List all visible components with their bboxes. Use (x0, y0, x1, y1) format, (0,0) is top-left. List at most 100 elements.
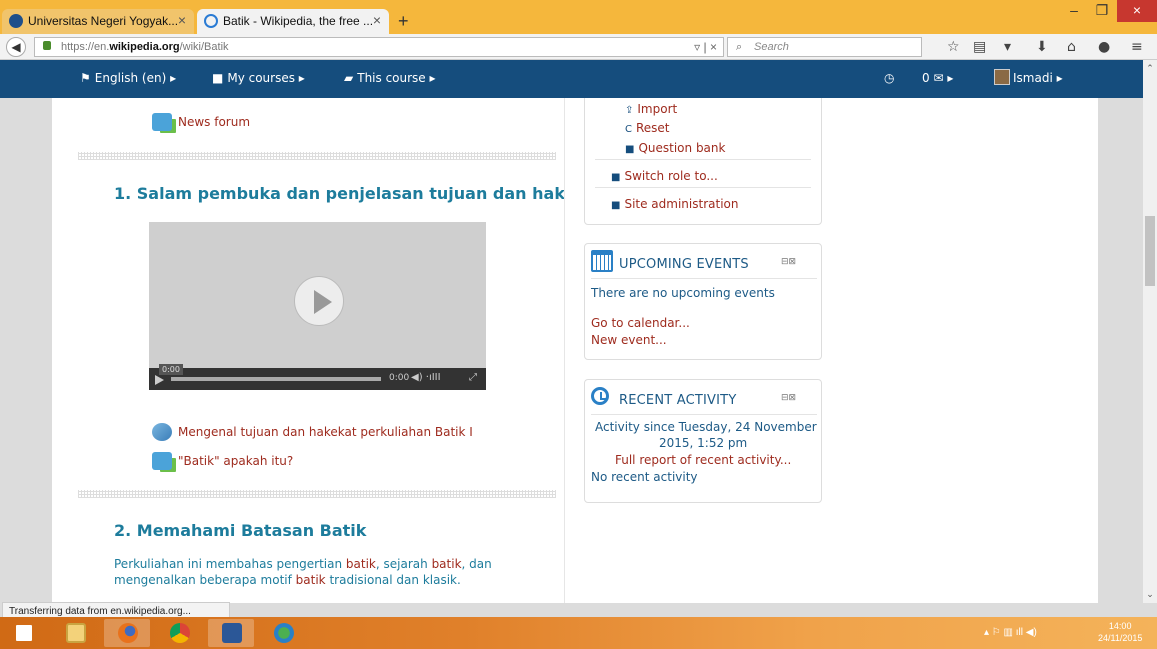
maximize-button[interactable]: ❐ (1088, 0, 1116, 22)
volume-icon[interactable]: ◀) ·ıIII (411, 372, 441, 383)
notification-clock-icon[interactable]: ◷ (884, 71, 894, 85)
start-button[interactable] (2, 619, 48, 647)
switch-role-label: Switch role to... (624, 169, 718, 183)
firefox-icon (118, 623, 138, 643)
scroll-thumb[interactable] (1145, 216, 1155, 286)
language-menu[interactable]: ⚑ English (en) ▸ (80, 71, 176, 85)
new-event-link[interactable]: New event... (591, 333, 667, 347)
taskbar-word[interactable] (208, 619, 254, 647)
video-progress-track[interactable] (171, 377, 381, 381)
section-2-title: 2. Memahami Batasan Batik (114, 521, 367, 540)
upload-icon: ⇪ (625, 105, 634, 116)
section-1-title: 1. Salam pembuka dan penjelasan tujuan d… (114, 184, 565, 203)
site-admin-label: Site administration (624, 197, 739, 211)
taskbar-app[interactable] (260, 619, 306, 647)
flag-icon: ⚑ (80, 71, 91, 85)
url-controls[interactable]: ▿ | × (694, 38, 717, 56)
activity-page-link[interactable]: Mengenal tujuan dan hakekat perkuliahan … (152, 423, 473, 441)
glossary-link[interactable]: batik (346, 557, 376, 571)
avatar[interactable] (994, 69, 1010, 85)
home-icon[interactable]: ⌂ (1067, 39, 1076, 55)
video-play-button[interactable] (155, 375, 164, 385)
pocket-icon[interactable]: ▾ (1004, 39, 1011, 55)
user-menu[interactable]: Ismadi ▸ (1013, 71, 1063, 85)
search-input[interactable]: ⌕ Search (727, 37, 922, 57)
browser-titlebar: Universitas Negeri Yogyak... × Batik - W… (0, 0, 1157, 34)
bookmark-star-icon[interactable]: ☆ (947, 39, 960, 55)
video-player[interactable]: 0:00 0:00 ◀) ·ıIII ⤢ (149, 222, 486, 390)
fullscreen-icon[interactable]: ⤢ (469, 372, 477, 383)
my-courses-menu[interactable]: ■ My courses ▸ (212, 71, 305, 85)
block-divider (595, 187, 811, 188)
scroll-down-icon[interactable]: ⌄ (1143, 590, 1157, 600)
forum-icon (152, 113, 172, 131)
video-duration: 0:00 (389, 373, 410, 383)
messages-menu[interactable]: 0 ✉ ▸ (922, 71, 953, 85)
chat-icon[interactable]: ● (1098, 39, 1110, 55)
site-admin-link[interactable]: ■ Site administration (611, 197, 738, 211)
section-summary: Perkuliahan ini membahas pengertian bati… (114, 556, 504, 588)
scroll-up-icon[interactable]: ⌃ (1143, 64, 1157, 74)
this-course-menu[interactable]: ▰ This course ▸ (344, 71, 436, 85)
tab-universitas[interactable]: Universitas Negeri Yogyak... × (2, 9, 194, 34)
minimize-button[interactable]: – (1060, 0, 1088, 22)
url-bar[interactable]: https://en.wikipedia.org/wiki/Batik ▿ | … (34, 37, 724, 57)
reset-label: Reset (635, 121, 670, 135)
back-button[interactable]: ◀ (6, 37, 26, 57)
windows-taskbar: ▴ ⚐ ▥ ıll ◀) 14:00 24/11/2015 (0, 617, 1157, 649)
block-divider (595, 159, 811, 160)
summary-text: Perkuliahan ini membahas pengertian (114, 557, 346, 571)
word-icon (222, 623, 242, 643)
no-recent-activity-text: No recent activity (591, 470, 698, 484)
go-to-calendar-link[interactable]: Go to calendar... (591, 316, 690, 330)
folder-icon: ■ (611, 172, 621, 183)
activity-label: Mengenal tujuan dan hakekat perkuliahan … (178, 425, 473, 439)
glossary-link[interactable]: batik (296, 573, 326, 587)
close-window-button[interactable]: × (1117, 0, 1157, 22)
reset-link[interactable]: C Reset (625, 121, 670, 135)
switch-role-link[interactable]: ■ Switch role to... (611, 169, 718, 183)
question-bank-link[interactable]: ■ Question bank (625, 141, 725, 155)
tab-close-icon[interactable]: × (373, 12, 381, 28)
tab-title: Batik - Wikipedia, the free ... (223, 14, 374, 28)
page-area: News forum 1. Salam pembuka dan penjelas… (0, 98, 1143, 603)
bookmarks-list-icon[interactable]: ▤ (973, 39, 986, 55)
summary-text: , sejarah (375, 557, 432, 571)
import-label: Import (637, 102, 678, 116)
search-icon: ⌕ (736, 41, 743, 53)
column-separator (564, 98, 565, 603)
taskbar-firefox[interactable] (104, 619, 150, 647)
taskbar-clock[interactable]: 14:00 24/11/2015 (1098, 620, 1142, 644)
system-tray-icons[interactable]: ▴ ⚐ ▥ ıll ◀) (984, 627, 1037, 638)
book-icon: ▰ (344, 71, 354, 85)
site-favicon-icon (9, 14, 23, 28)
taskbar-chrome[interactable] (156, 619, 202, 647)
block-controls-icon[interactable]: ⊟⊠ (781, 257, 796, 267)
clock-date: 24/11/2015 (1098, 633, 1143, 643)
forum-icon (152, 452, 172, 470)
block-controls-icon[interactable]: ⊟⊠ (781, 393, 796, 403)
page-scrollbar[interactable]: ⌃ ⌄ (1143, 60, 1157, 603)
folder-icon: ■ (625, 144, 635, 155)
glossary-link[interactable]: batik (432, 557, 462, 571)
full-report-link[interactable]: Full report of recent activity... (615, 453, 791, 467)
summary-text: tradisional dan klasik. (325, 573, 461, 587)
news-forum-link[interactable]: News forum (152, 113, 250, 131)
windows-logo-icon (16, 625, 32, 641)
tab-batik-wikipedia[interactable]: Batik - Wikipedia, the free ... × (197, 9, 389, 34)
this-course-label: This course ▸ (357, 71, 436, 85)
clock-time: 14:00 (1108, 621, 1132, 631)
import-link[interactable]: ⇪ Import (625, 102, 677, 116)
activity-since-text: Activity since Tuesday, 24 November (595, 420, 817, 434)
activity-forum-link[interactable]: "Batik" apakah itu? (152, 452, 293, 470)
download-icon[interactable]: ⬇ (1036, 39, 1048, 55)
chrome-icon (170, 623, 190, 643)
new-tab-button[interactable]: + (398, 11, 409, 32)
menu-icon[interactable]: ≡ (1131, 39, 1143, 55)
upcoming-events-block: UPCOMING EVENTS ⊟⊠ There are no upcoming… (584, 243, 822, 360)
url-prefix: https://en. (61, 41, 110, 53)
refresh-icon: C (625, 124, 632, 135)
tab-close-icon[interactable]: × (178, 12, 186, 28)
play-icon[interactable] (294, 276, 344, 326)
taskbar-file-explorer[interactable] (52, 619, 98, 647)
